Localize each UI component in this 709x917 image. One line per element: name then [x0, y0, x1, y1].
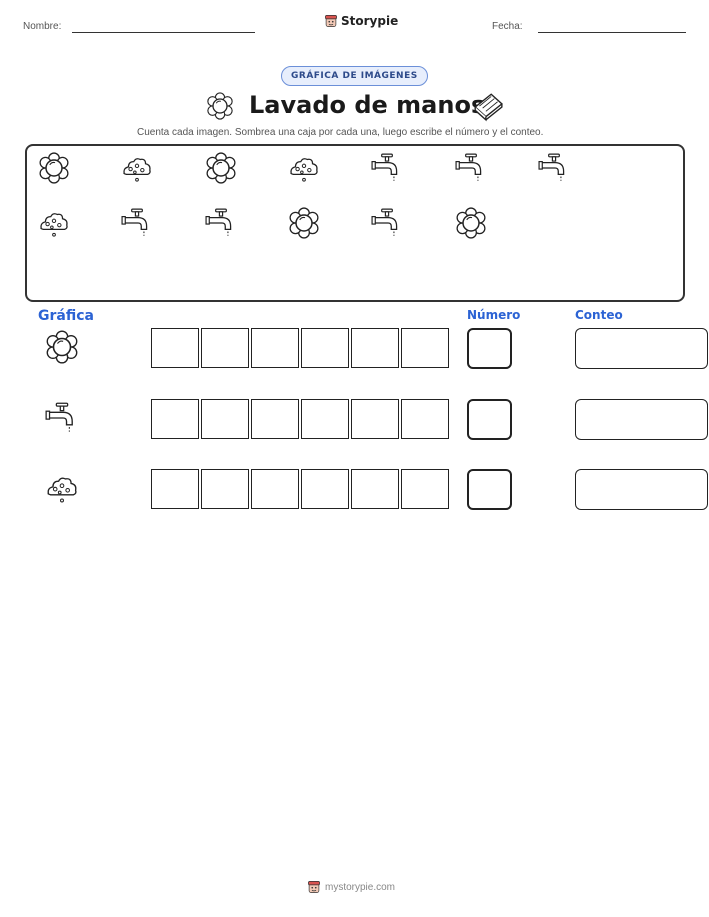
graph-cell[interactable] — [401, 469, 449, 509]
graph-cell[interactable] — [151, 399, 199, 439]
graph-cell[interactable] — [301, 328, 349, 368]
graph-cell[interactable] — [201, 469, 249, 509]
count-box[interactable] — [575, 328, 708, 369]
graph-cell[interactable] — [201, 328, 249, 368]
graph-cell[interactable] — [301, 469, 349, 509]
number-label: Número — [467, 308, 521, 322]
count-box[interactable] — [575, 399, 708, 440]
number-box[interactable] — [467, 399, 512, 440]
soap-bubbles-icon — [45, 330, 79, 364]
worksheet-type-badge: GRÁFICA DE IMÁGENES — [281, 66, 428, 86]
storypie-logo-icon — [307, 880, 321, 894]
graph-cell[interactable] — [351, 399, 399, 439]
graph-cell[interactable] — [351, 328, 399, 368]
graph-cell[interactable] — [301, 399, 349, 439]
graph-cell[interactable] — [401, 399, 449, 439]
count-box[interactable] — [575, 469, 708, 510]
faucet-icon — [538, 152, 570, 184]
faucet-icon — [455, 152, 487, 184]
soap-foam-icon — [45, 471, 79, 505]
graph-cell[interactable] — [251, 399, 299, 439]
date-label: Fecha: — [492, 21, 523, 32]
page-title: Lavado de manos — [249, 91, 486, 119]
graph-cell[interactable] — [251, 469, 299, 509]
sponge-icon — [472, 90, 504, 122]
graph-cell[interactable] — [351, 469, 399, 509]
count-label: Conteo — [575, 308, 623, 322]
storypie-logo-icon — [324, 14, 338, 28]
soap-bubbles-icon — [455, 207, 487, 239]
graph-cell[interactable] — [151, 328, 199, 368]
soap-foam-icon — [121, 152, 153, 184]
graph-cell[interactable] — [251, 328, 299, 368]
name-line[interactable] — [72, 32, 255, 33]
soap-foam-icon — [288, 152, 320, 184]
soap-bubbles-icon — [288, 207, 320, 239]
number-box[interactable] — [467, 328, 512, 369]
name-label: Nombre: — [23, 21, 62, 32]
footer-url: mystorypie.com — [325, 881, 396, 893]
soap-foam-icon — [38, 207, 70, 239]
soap-bubbles-icon — [205, 152, 237, 184]
faucet-icon — [371, 207, 403, 239]
graph-cell[interactable] — [401, 328, 449, 368]
date-line[interactable] — [538, 32, 686, 33]
brand-logo: Storypie — [324, 14, 398, 28]
soap-bubbles-icon — [206, 92, 234, 120]
faucet-icon — [205, 207, 237, 239]
footer: mystorypie.com — [307, 880, 395, 894]
instructions: Cuenta cada imagen. Sombrea una caja por… — [137, 127, 544, 138]
faucet-icon — [45, 401, 79, 435]
graph-cell[interactable] — [201, 399, 249, 439]
soap-bubbles-icon — [38, 152, 70, 184]
graph-cell[interactable] — [151, 469, 199, 509]
brand-name: Storypie — [341, 14, 399, 28]
faucet-icon — [121, 207, 153, 239]
faucet-icon — [371, 152, 403, 184]
graph-label: Gráfica — [38, 308, 94, 324]
number-box[interactable] — [467, 469, 512, 510]
